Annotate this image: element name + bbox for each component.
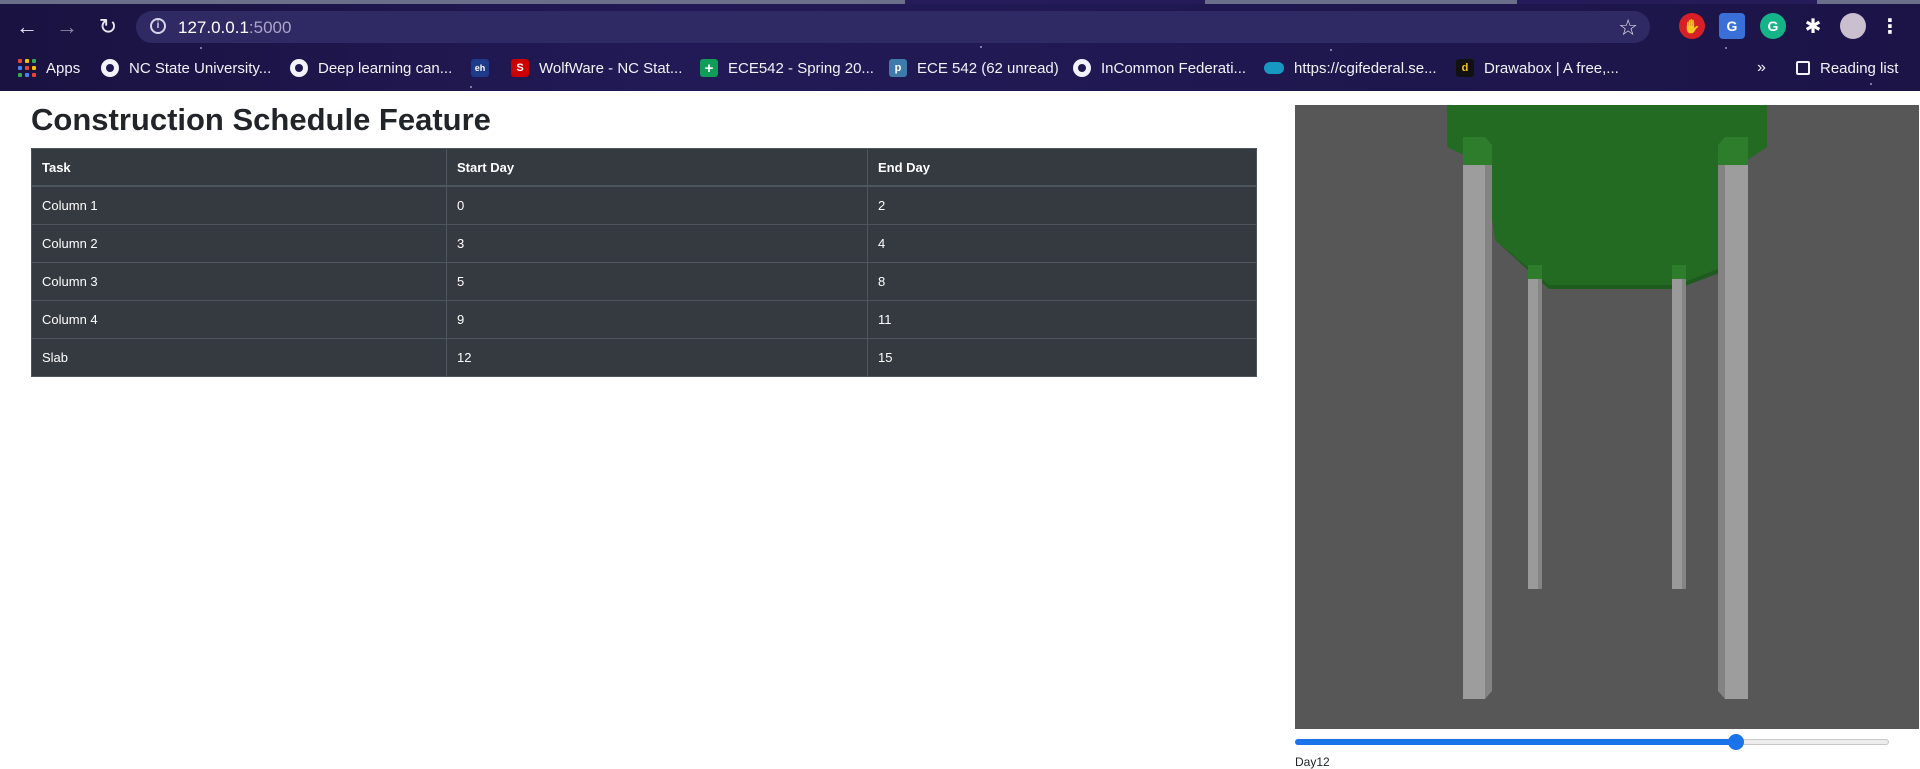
- globe-icon: [1073, 59, 1091, 77]
- forward-arrow-icon: →: [56, 14, 78, 39]
- reading-list-button[interactable]: Reading list: [1796, 56, 1898, 80]
- table-header-row: Task Start Day End Day: [31, 148, 1257, 187]
- globe-icon: [101, 59, 119, 77]
- cell-task: Column 3: [31, 262, 447, 301]
- bookmark-label: https://cgifederal.se...: [1294, 59, 1437, 77]
- column-front-left-cap: [1463, 137, 1492, 165]
- reload-button[interactable]: ↻: [93, 12, 123, 42]
- cell-start-day: 3: [446, 224, 868, 263]
- bookmark-apps[interactable]: Apps: [18, 56, 80, 80]
- cell-start-day: 0: [446, 185, 868, 225]
- back-arrow-icon: ←: [16, 14, 38, 39]
- adblock-extension-icon[interactable]: ✋: [1679, 13, 1705, 39]
- table-row: Slab 12 15: [31, 338, 1257, 377]
- globe-icon: [290, 59, 308, 77]
- cell-end-day: 4: [867, 224, 1257, 263]
- table-row: Column 4 9 11: [31, 300, 1257, 339]
- bookmark-label: Deep learning can...: [318, 59, 453, 77]
- table-row: Column 2 3 4: [31, 224, 1257, 263]
- back-button[interactable]: ←: [12, 12, 42, 42]
- bookmark-cgifederal[interactable]: https://cgifederal.se...: [1264, 56, 1437, 80]
- url-text[interactable]: 127.0.0.1:5000: [178, 18, 291, 38]
- sheets-icon: +: [700, 59, 718, 77]
- bookmark-label: InCommon Federati...: [1101, 59, 1247, 77]
- 3d-structure-render: [1447, 105, 1767, 699]
- ncstate-s-icon: S: [511, 59, 529, 77]
- address-bar[interactable]: i 127.0.0.1:5000 ☆: [136, 11, 1650, 43]
- column-front-left-side: [1485, 153, 1492, 699]
- cell-end-day: 8: [867, 262, 1257, 301]
- bookmark-label: NC State University...: [129, 59, 272, 77]
- cell-start-day: 5: [446, 262, 868, 301]
- profile-avatar[interactable]: [1840, 13, 1866, 39]
- cell-task: Slab: [31, 338, 447, 377]
- extensions-puzzle-icon[interactable]: ✱: [1800, 13, 1826, 39]
- bookmark-label: ECE 542 (62 unread): [917, 59, 1059, 77]
- day-label: Day12: [1295, 755, 1330, 769]
- drawabox-icon: d: [1456, 59, 1474, 77]
- piazza-icon: p: [889, 59, 907, 77]
- bookmarks-overflow-button[interactable]: »: [1757, 56, 1766, 80]
- url-host: 127.0.0.1: [178, 18, 249, 37]
- header-task: Task: [31, 148, 447, 187]
- reload-icon: ↻: [98, 14, 118, 39]
- browser-menu-icon[interactable]: ⋮: [1877, 13, 1903, 39]
- column-front-right: [1725, 160, 1748, 699]
- bookmark-ncstate-university[interactable]: NC State University...: [101, 56, 271, 80]
- eh-site-icon: eh: [471, 59, 489, 77]
- browser-chrome: ← → ↻ i 127.0.0.1:5000 ☆ ✋ G G ✱ ⋮ Apps …: [0, 0, 1920, 91]
- reading-list-label: Reading list: [1820, 59, 1899, 77]
- bookmark-star-icon[interactable]: ☆: [1618, 15, 1638, 41]
- column-front-left: [1463, 160, 1485, 699]
- bookmarks-bar: Apps NC State University... Deep learnin…: [0, 52, 1920, 84]
- cell-end-day: 11: [867, 300, 1257, 339]
- tab-strip-gap: [905, 0, 1205, 4]
- cell-end-day: 2: [867, 185, 1257, 225]
- 3d-model-viewport[interactable]: [1295, 105, 1919, 729]
- column-back-left-side: [1538, 277, 1542, 589]
- table-row: Column 1 0 2: [31, 185, 1257, 225]
- bookmark-label: WolfWare - NC Stat...: [539, 59, 683, 77]
- column-back-right-side: [1682, 277, 1686, 589]
- bookmark-drawabox[interactable]: d Drawabox | A free,...: [1456, 56, 1619, 80]
- bookmark-label: ECE542 - Spring 20...: [728, 59, 874, 77]
- cell-start-day: 12: [446, 338, 868, 377]
- bookmark-label: Apps: [46, 59, 81, 77]
- bookmark-wolfware[interactable]: S WolfWare - NC Stat...: [511, 56, 682, 80]
- cell-task: Column 1: [31, 185, 447, 225]
- tab-strip-gap: [1517, 0, 1817, 4]
- reading-list-icon: [1796, 61, 1810, 75]
- cloud-icon: [1264, 62, 1284, 74]
- cell-start-day: 9: [446, 300, 868, 339]
- schedule-table: Task Start Day End Day Column 1 0 2 Colu…: [31, 148, 1257, 377]
- cell-end-day: 15: [867, 338, 1257, 377]
- cell-task: Column 2: [31, 224, 447, 263]
- cell-task: Column 4: [31, 300, 447, 339]
- header-start-day: Start Day: [446, 148, 868, 187]
- apps-grid-icon: [18, 59, 36, 77]
- column-front-right-cap: [1718, 137, 1748, 165]
- bookmark-label: Drawabox | A free,...: [1484, 59, 1619, 77]
- column-back-right-cap: [1672, 265, 1686, 279]
- bookmark-deep-learning[interactable]: Deep learning can...: [290, 56, 452, 80]
- site-info-icon[interactable]: i: [150, 18, 166, 34]
- column-front-right-side: [1718, 153, 1725, 699]
- bookmark-incommon[interactable]: InCommon Federati...: [1073, 56, 1246, 80]
- bookmark-ece542-sheet[interactable]: + ECE542 - Spring 20...: [700, 56, 874, 80]
- slider-thumb[interactable]: [1728, 734, 1744, 750]
- grammarly-extension-icon[interactable]: G: [1760, 13, 1786, 39]
- page-title: Construction Schedule Feature: [31, 102, 491, 137]
- column-back-left-cap: [1528, 265, 1542, 279]
- day-slider[interactable]: [1295, 734, 1889, 750]
- bookmark-eh[interactable]: eh: [471, 56, 499, 80]
- table-row: Column 3 5 8: [31, 262, 1257, 301]
- url-port: :5000: [248, 18, 292, 37]
- google-translate-extension-icon[interactable]: G: [1719, 13, 1745, 39]
- forward-button[interactable]: →: [52, 12, 82, 42]
- slider-fill: [1295, 739, 1736, 745]
- header-end-day: End Day: [867, 148, 1257, 187]
- bookmark-ece542-piazza[interactable]: p ECE 542 (62 unread): [889, 56, 1059, 80]
